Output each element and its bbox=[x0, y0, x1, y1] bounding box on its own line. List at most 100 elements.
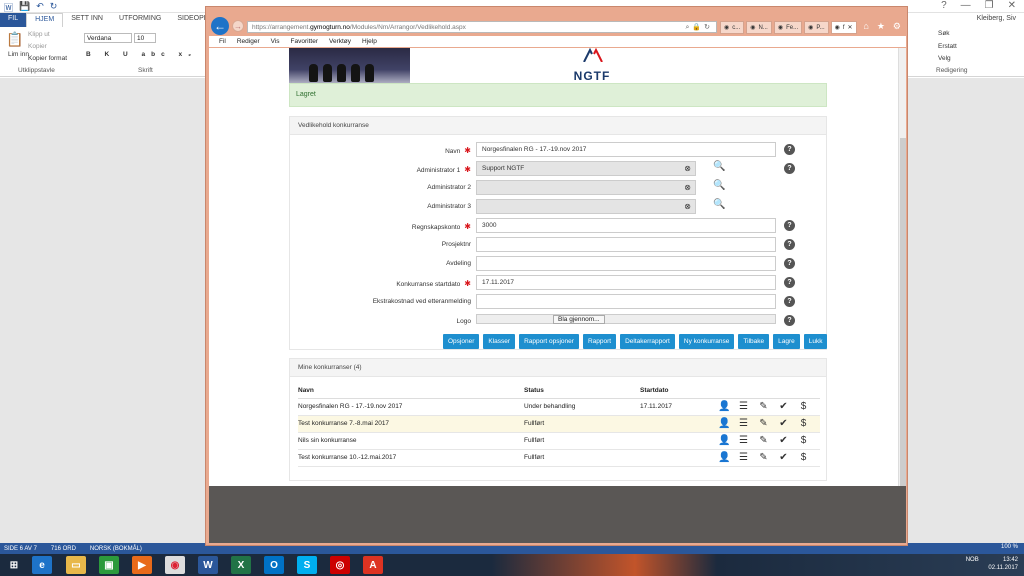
start-windows-icon[interactable]: ⊞ bbox=[4, 556, 24, 574]
help-icon[interactable]: ? bbox=[784, 144, 795, 155]
user-name[interactable]: Kleiberg, Siv bbox=[977, 15, 1016, 22]
check-icon[interactable]: ✔ bbox=[778, 452, 789, 463]
player-icon[interactable]: ▶ bbox=[132, 556, 152, 574]
back-button[interactable]: Tilbake bbox=[738, 334, 770, 349]
list-icon[interactable]: ☰ bbox=[738, 452, 749, 463]
browser-tab[interactable]: ◉ c... bbox=[720, 21, 745, 34]
report-options-button[interactable]: Rapport opsjoner bbox=[519, 334, 579, 349]
tab-home[interactable]: HJEM bbox=[26, 13, 64, 27]
format-painter-button[interactable]: Kopier format bbox=[28, 55, 67, 62]
latefee-input[interactable] bbox=[476, 294, 776, 309]
help-icon[interactable]: ? bbox=[784, 258, 795, 269]
replace-button[interactable]: Erstatt bbox=[938, 43, 957, 50]
dollar-icon[interactable]: $ bbox=[798, 401, 809, 412]
startdate-input[interactable]: 17.11.2017 bbox=[476, 275, 776, 290]
help-icon[interactable]: ? bbox=[784, 315, 795, 326]
menu-view[interactable]: Vis bbox=[271, 38, 280, 45]
scrollbar-thumb[interactable] bbox=[900, 138, 906, 486]
admin2-lookup[interactable]: ⊗ bbox=[476, 180, 696, 195]
menu-tools[interactable]: Verktøy bbox=[329, 38, 351, 45]
browser-tab[interactable]: ◉ N... bbox=[746, 21, 772, 34]
account-input[interactable]: 3000 bbox=[476, 218, 776, 233]
browse-button[interactable]: Bla gjennom... bbox=[553, 315, 605, 324]
edit-pencil-icon[interactable]: ✎ bbox=[758, 401, 769, 412]
tab-close-icon[interactable]: ✕ bbox=[848, 24, 853, 31]
media-player-icon[interactable]: ◎ bbox=[330, 556, 350, 574]
tray-language[interactable]: NOB bbox=[966, 557, 979, 563]
clear-icon[interactable]: ⊗ bbox=[684, 183, 691, 192]
search-icon[interactable]: 🔍 bbox=[713, 180, 725, 191]
paste-button[interactable]: Lim inn bbox=[8, 51, 29, 58]
user-icon[interactable]: 👤 bbox=[718, 452, 730, 463]
table-row[interactable]: Norgesfinalen RG - 17.-19.nov 2017 Under… bbox=[298, 398, 820, 416]
skype-icon[interactable]: S bbox=[297, 556, 317, 574]
home-icon[interactable]: ⌂ bbox=[863, 21, 868, 32]
table-row[interactable]: Nils sin konkurranse Fullført 👤 ☰ ✎ ✔ $ bbox=[298, 432, 820, 450]
help-icon[interactable]: ? bbox=[784, 163, 795, 174]
cut-button[interactable]: Klipp ut bbox=[28, 31, 50, 38]
font-size-select[interactable]: 10 bbox=[134, 33, 156, 43]
options-button[interactable]: Opsjoner bbox=[443, 334, 480, 349]
chrome-icon[interactable]: ◉ bbox=[165, 556, 185, 574]
menu-edit[interactable]: Rediger bbox=[237, 38, 260, 45]
help-icon[interactable]: ? bbox=[784, 239, 795, 250]
close-button[interactable]: Lukk bbox=[803, 334, 828, 349]
back-icon[interactable]: ← bbox=[211, 17, 229, 35]
name-input[interactable]: Norgesfinalen RG - 17.-19.nov 2017 bbox=[476, 142, 776, 157]
menu-favorites[interactable]: Favoritter bbox=[291, 38, 318, 45]
user-icon[interactable]: 👤 bbox=[718, 418, 730, 429]
font-format-icons[interactable]: B K U abc x₂ x² bbox=[86, 51, 223, 58]
address-bar[interactable]: https://arrangement.gymogturn.no/Modules… bbox=[247, 21, 717, 33]
help-icon[interactable]: ? bbox=[784, 296, 795, 307]
browser-tab[interactable]: ◉ P... bbox=[804, 21, 829, 34]
list-icon[interactable]: ☰ bbox=[738, 401, 749, 412]
outlook-icon[interactable]: O bbox=[264, 556, 284, 574]
report-button[interactable]: Rapport bbox=[582, 334, 617, 349]
minimize-icon[interactable]: — bbox=[961, 0, 971, 11]
menu-file[interactable]: Fil bbox=[219, 38, 226, 45]
close-icon[interactable]: ✕ bbox=[1008, 0, 1016, 11]
search-icon[interactable]: 🔍 bbox=[713, 199, 725, 210]
settings-gear-icon[interactable]: ⚙ bbox=[893, 21, 901, 32]
language-indicator[interactable]: NORSK (BOKMÅL) bbox=[90, 546, 142, 552]
forward-icon[interactable]: → bbox=[232, 20, 244, 32]
help-icon[interactable]: ? bbox=[784, 220, 795, 231]
word-count[interactable]: 716 ORD bbox=[51, 546, 76, 552]
admin1-lookup[interactable]: Support NGTF ⊗ bbox=[476, 161, 696, 176]
favorites-star-icon[interactable]: ★ bbox=[877, 21, 885, 32]
table-row[interactable]: Test konkurranse 10.-12.mai.2017 Fullfør… bbox=[298, 449, 820, 467]
list-icon[interactable]: ☰ bbox=[738, 418, 749, 429]
page-count[interactable]: SIDE 6 AV 7 bbox=[4, 546, 37, 552]
new-competition-button[interactable]: Ny konkurranse bbox=[678, 334, 735, 349]
edit-pencil-icon[interactable]: ✎ bbox=[758, 418, 769, 429]
find-button[interactable]: Søk bbox=[938, 30, 950, 37]
clear-icon[interactable]: ⊗ bbox=[684, 202, 691, 211]
list-icon[interactable]: ☰ bbox=[738, 435, 749, 446]
check-icon[interactable]: ✔ bbox=[778, 401, 789, 412]
check-icon[interactable]: ✔ bbox=[778, 418, 789, 429]
excel-icon[interactable]: X bbox=[231, 556, 251, 574]
menu-help[interactable]: Hjelp bbox=[362, 38, 377, 45]
system-tray[interactable]: NOB 13:42 02.11.2017 bbox=[966, 556, 1018, 572]
table-row[interactable]: Test konkurranse 7.-8.mai 2017 Fullført … bbox=[298, 415, 820, 433]
page-scrollbar[interactable] bbox=[898, 48, 906, 486]
dollar-icon[interactable]: $ bbox=[798, 418, 809, 429]
zoom-level[interactable]: 100 % bbox=[1001, 544, 1018, 550]
ie-icon[interactable]: e bbox=[32, 556, 52, 574]
column-header[interactable]: Status bbox=[524, 384, 640, 399]
tab-design[interactable]: UTFORMING bbox=[111, 13, 169, 27]
user-icon[interactable]: 👤 bbox=[718, 401, 730, 412]
browser-tab[interactable]: ◉ Fe... bbox=[773, 21, 803, 34]
admin3-lookup[interactable]: ⊗ bbox=[476, 199, 696, 214]
help-icon[interactable]: ? bbox=[784, 277, 795, 288]
dollar-icon[interactable]: $ bbox=[798, 435, 809, 446]
media-icon[interactable]: ▣ bbox=[99, 556, 119, 574]
browser-tab-active[interactable]: ◉ f ✕ bbox=[830, 21, 857, 34]
address-tools-icon[interactable]: ⌕🔒↻ bbox=[685, 23, 713, 32]
user-icon[interactable]: 👤 bbox=[718, 435, 730, 446]
department-input[interactable] bbox=[476, 256, 776, 271]
word-icon[interactable]: W bbox=[198, 556, 218, 574]
select-button[interactable]: Velg bbox=[938, 55, 951, 62]
edit-pencil-icon[interactable]: ✎ bbox=[758, 435, 769, 446]
paste-icon[interactable]: 📋 bbox=[6, 31, 23, 48]
